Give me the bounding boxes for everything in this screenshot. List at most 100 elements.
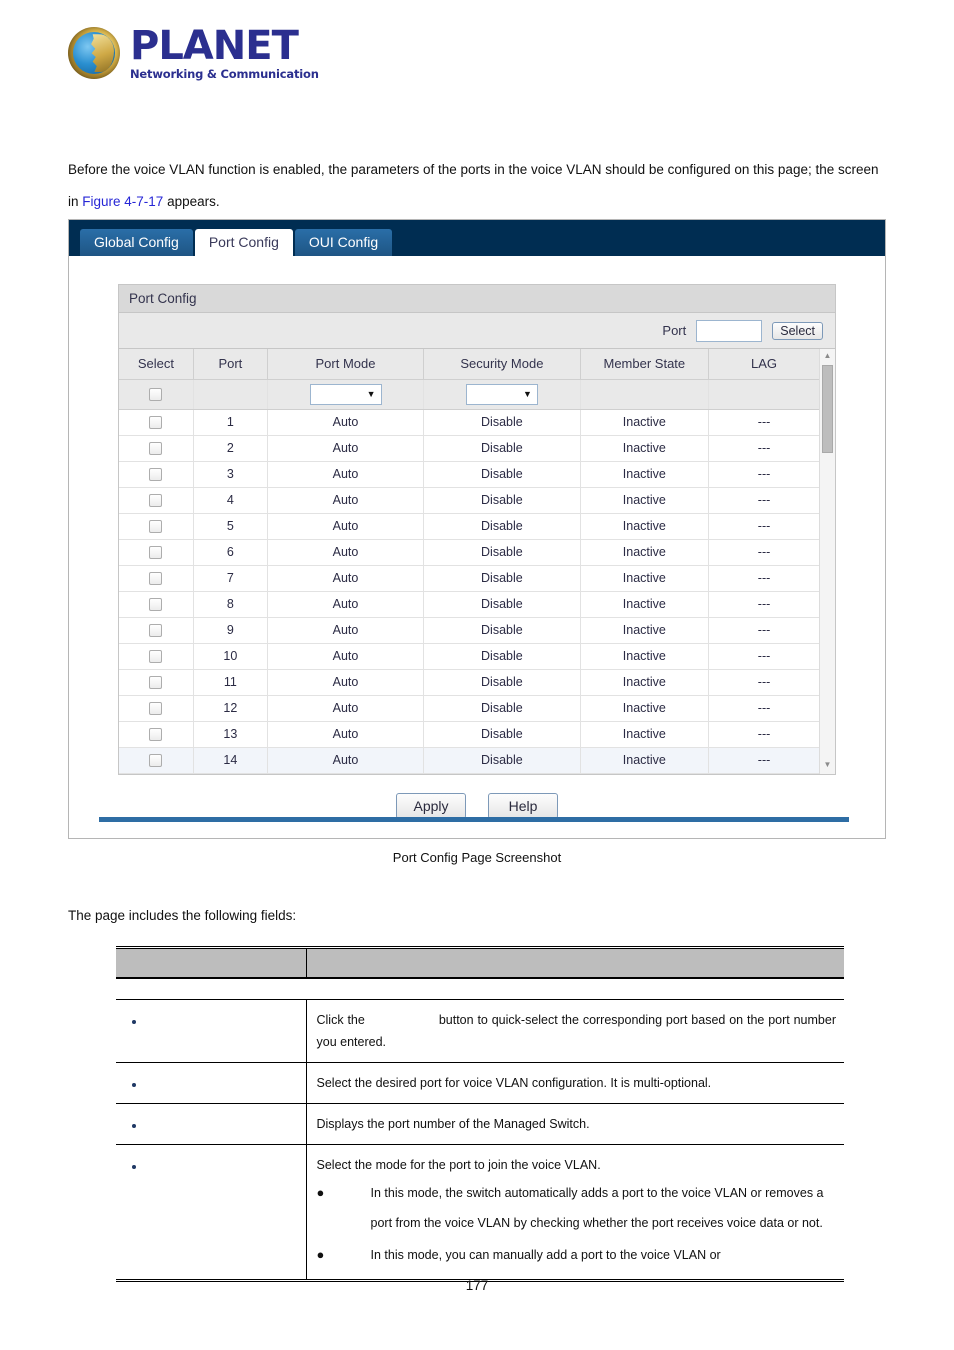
table-row[interactable]: 11 Auto Disable Inactive --- [119,669,819,696]
row-lag: --- [708,409,819,436]
row-checkbox[interactable] [149,676,163,690]
table-row[interactable]: 7 Auto Disable Inactive --- [119,565,819,592]
row-lag: --- [708,747,819,774]
table-row[interactable]: 3 Auto Disable Inactive --- [119,461,819,488]
select-all-checkbox[interactable] [149,388,163,402]
security-mode-dropdown[interactable]: ▼ [465,383,538,405]
row-select-cell[interactable] [119,695,194,722]
table-row[interactable]: 5 Auto Disable Inactive --- [119,513,819,540]
select-all-cell[interactable] [119,379,194,410]
row-select-cell[interactable] [119,435,194,462]
row-checkbox[interactable] [149,572,163,586]
row-security-mode: Disable [423,513,581,540]
row-checkbox[interactable] [149,624,163,638]
row-security-mode: Disable [423,565,581,592]
tab-global-config[interactable]: Global Config [80,229,193,256]
table-row[interactable]: 10 Auto Disable Inactive --- [119,643,819,670]
row-security-mode: Disable [423,695,581,722]
bulk-port-mode-cell[interactable]: ▼ [267,379,425,410]
row-select-cell[interactable] [119,747,194,774]
footer-rule [99,817,849,822]
row-select-cell[interactable] [119,461,194,488]
row-select-cell[interactable] [119,721,194,748]
bullet-icon: ● [316,1247,325,1262]
row-security-mode: Disable [423,669,581,696]
desc-subitem: ● In this mode, the switch automatically… [317,1178,837,1238]
table-row[interactable]: 4 Auto Disable Inactive --- [119,487,819,514]
desc-header-description [306,946,844,979]
row-checkbox[interactable] [149,598,163,612]
row-port: 3 [193,461,268,488]
bulk-security-mode-cell[interactable]: ▼ [423,379,581,410]
tab-port-config[interactable]: Port Config [194,229,293,256]
table-row[interactable]: 9 Auto Disable Inactive --- [119,617,819,644]
row-checkbox[interactable] [149,520,163,534]
figure-link[interactable]: Figure 4-7-17 [82,194,163,209]
column-header-select[interactable]: Select [119,349,194,380]
port-config-panel: Port Config Port Select Select Port Port… [118,284,836,775]
row-select-cell[interactable] [119,539,194,566]
column-header-lag[interactable]: LAG [708,349,819,380]
scroll-up-arrow-icon[interactable]: ▲ [824,349,832,363]
row-port-mode: Auto [267,591,425,618]
column-header-port-mode[interactable]: Port Mode [267,349,425,380]
row-checkbox[interactable] [149,728,163,742]
row-lag: --- [708,565,819,592]
row-checkbox[interactable] [149,702,163,716]
table-row[interactable]: 2 Auto Disable Inactive --- [119,435,819,462]
bulk-member-state-cell [580,379,710,410]
row-select-cell[interactable] [119,617,194,644]
row-member-state: Inactive [580,721,710,748]
row-checkbox[interactable] [149,546,163,560]
intro-paragraph: Before the voice VLAN function is enable… [68,154,888,218]
row-checkbox[interactable] [149,442,163,456]
row-checkbox[interactable] [149,468,163,482]
row-select-cell[interactable] [119,669,194,696]
row-lag: --- [708,617,819,644]
row-security-mode: Disable [423,617,581,644]
row-port-mode: Auto [267,409,425,436]
port-filter-label: Port [662,323,687,338]
port-mode-dropdown[interactable]: ▼ [309,383,382,405]
column-header-security-mode[interactable]: Security Mode [423,349,581,380]
table-row[interactable]: 1 Auto Disable Inactive --- [119,409,819,436]
row-select-cell[interactable] [119,565,194,592]
column-header-member-state[interactable]: Member State [580,349,710,380]
row-checkbox[interactable] [149,494,163,508]
table-row[interactable]: 14 Auto Disable Inactive --- [119,747,819,774]
row-security-mode: Disable [423,539,581,566]
row-select-cell[interactable] [119,643,194,670]
row-select-cell[interactable] [119,487,194,514]
scrollbar-thumb[interactable] [822,365,833,453]
tab-oui-config[interactable]: OUI Config [294,229,393,256]
row-member-state: Inactive [580,409,710,436]
row-port: 6 [193,539,268,566]
table-row[interactable]: 12 Auto Disable Inactive --- [119,695,819,722]
row-port-mode: Auto [267,539,425,566]
help-button[interactable]: Help [488,792,558,819]
scroll-down-arrow-icon[interactable]: ▼ [824,758,832,772]
table-row[interactable]: 13 Auto Disable Inactive --- [119,721,819,748]
row-lag: --- [708,695,819,722]
row-port: 5 [193,513,268,540]
row-member-state: Inactive [580,643,710,670]
row-port: 1 [193,409,268,436]
row-select-cell[interactable] [119,513,194,540]
row-select-cell[interactable] [119,409,194,436]
vertical-scrollbar[interactable]: ▲ ▼ [819,349,835,774]
chevron-down-icon: ▼ [366,388,376,399]
column-header-port[interactable]: Port [193,349,268,380]
row-select-cell[interactable] [119,591,194,618]
select-button[interactable]: Select [772,321,823,340]
apply-button[interactable]: Apply [396,792,466,819]
row-port: 9 [193,617,268,644]
row-checkbox[interactable] [149,754,163,768]
row-checkbox[interactable] [149,416,163,430]
row-port-mode: Auto [267,461,425,488]
row-checkbox[interactable] [149,650,163,664]
table-row[interactable]: 8 Auto Disable Inactive --- [119,591,819,618]
port-search-input[interactable] [696,319,763,342]
row-port-mode: Auto [267,643,425,670]
row-lag: --- [708,513,819,540]
table-row[interactable]: 6 Auto Disable Inactive --- [119,539,819,566]
